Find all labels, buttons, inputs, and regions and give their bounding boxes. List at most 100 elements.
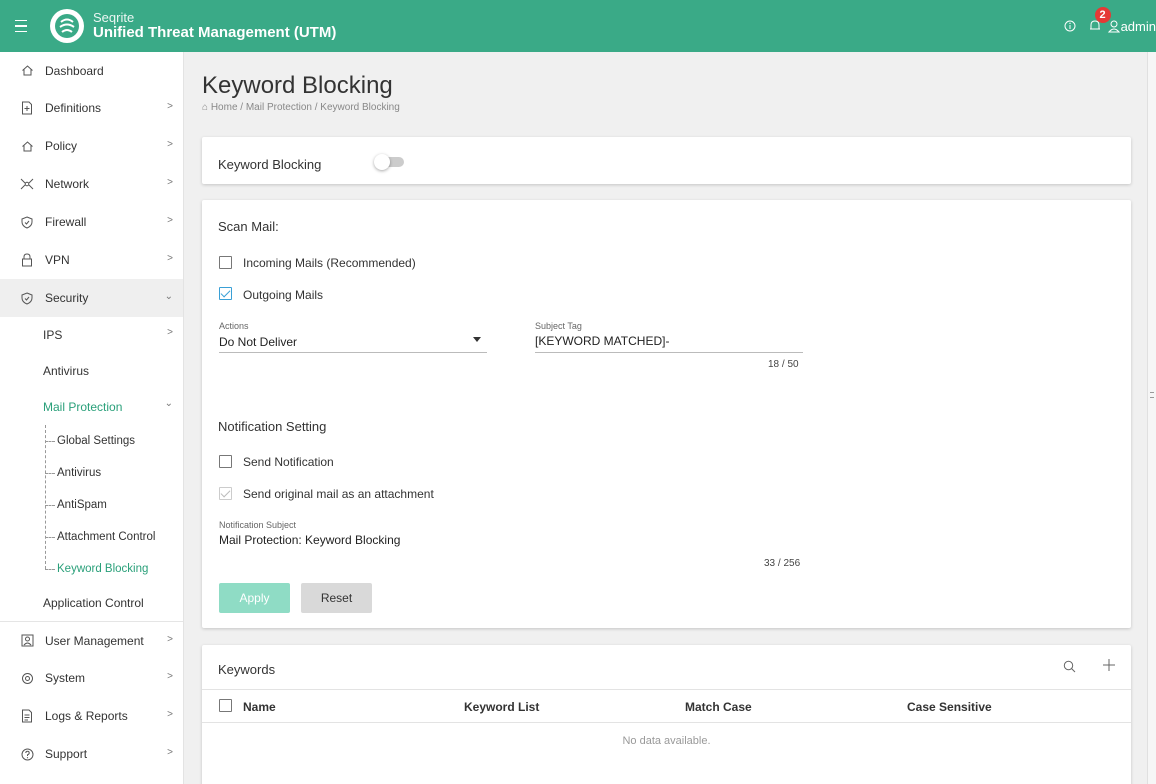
sidebar-item-label: Firewall bbox=[45, 215, 87, 229]
chevron-right-icon: > bbox=[167, 177, 173, 188]
shield-icon bbox=[19, 290, 35, 306]
subject-tag-label: Subject Tag bbox=[535, 321, 582, 331]
sidebar-item-mail-protection[interactable]: Mail Protection ⌄ bbox=[0, 389, 183, 425]
incoming-mails-checkbox[interactable] bbox=[219, 256, 232, 269]
sidebar-item-antispam[interactable]: AntiSpam bbox=[0, 489, 183, 521]
sidebar-item-security[interactable]: Security ⌄ bbox=[0, 279, 183, 317]
outgoing-mails-checkbox[interactable] bbox=[219, 287, 232, 300]
chevron-right-icon: > bbox=[167, 215, 173, 226]
sidebar-item-vpn[interactable]: VPN > bbox=[0, 241, 183, 279]
notification-subject-input[interactable]: Mail Protection: Keyword Blocking bbox=[219, 533, 803, 547]
subject-tag-counter: 18 / 50 bbox=[768, 359, 799, 370]
attach-original-label: Send original mail as an attachment bbox=[243, 487, 434, 501]
sidebar-item-label: Attachment Control bbox=[57, 531, 156, 543]
brand: Seqrite Unified Threat Management (UTM) bbox=[93, 9, 337, 42]
sidebar: Dashboard Definitions > Policy > Network… bbox=[0, 52, 184, 784]
chevron-right-icon: > bbox=[167, 139, 173, 150]
document-icon bbox=[19, 708, 35, 724]
keywords-title: Keywords bbox=[218, 662, 276, 677]
home-icon bbox=[19, 63, 35, 79]
reset-button[interactable]: Reset bbox=[301, 583, 372, 613]
sidebar-item-antivirus[interactable]: Antivirus bbox=[0, 353, 183, 389]
chevron-down-icon: ⌄ bbox=[164, 291, 173, 302]
scrollbar-grip-icon bbox=[1150, 392, 1154, 398]
actions-select[interactable]: Do Not Deliver bbox=[219, 334, 487, 352]
apply-button[interactable]: Apply bbox=[219, 583, 290, 613]
sidebar-item-label: Antivirus bbox=[43, 364, 90, 378]
sidebar-item-logs-reports[interactable]: Logs & Reports > bbox=[0, 697, 183, 735]
sidebar-item-ips[interactable]: IPS > bbox=[0, 317, 183, 353]
top-actions: 2 admin bbox=[1056, 0, 1156, 52]
divider bbox=[202, 689, 1131, 690]
sidebar-item-label: Logs & Reports bbox=[45, 709, 128, 723]
main-content: Keyword Blocking ⌂ Home / Mail Protectio… bbox=[184, 52, 1144, 784]
toggle-knob bbox=[374, 154, 390, 170]
column-header-name[interactable]: Name bbox=[243, 700, 276, 714]
menu-icon[interactable] bbox=[0, 0, 42, 52]
notification-setting-title: Notification Setting bbox=[218, 419, 327, 434]
notification-bell-icon[interactable]: 2 bbox=[1088, 7, 1111, 33]
sidebar-item-definitions[interactable]: Definitions > bbox=[0, 89, 183, 127]
search-icon[interactable] bbox=[1063, 660, 1076, 676]
user-name[interactable]: admin bbox=[1121, 19, 1156, 34]
column-header-keyword-list[interactable]: Keyword List bbox=[464, 700, 539, 714]
breadcrumb: ⌂ Home / Mail Protection / Keyword Block… bbox=[202, 102, 400, 113]
divider bbox=[202, 722, 1131, 723]
sidebar-item-global-settings[interactable]: Global Settings bbox=[0, 425, 183, 457]
info-icon[interactable] bbox=[1064, 20, 1076, 32]
chevron-right-icon: > bbox=[167, 634, 173, 645]
home-icon[interactable]: ⌂ bbox=[202, 102, 208, 113]
subject-tag-input[interactable]: [KEYWORD MATCHED]- bbox=[535, 334, 803, 348]
column-header-match-case[interactable]: Match Case bbox=[685, 700, 752, 714]
gear-icon bbox=[19, 670, 35, 686]
sidebar-item-label: System bbox=[45, 671, 86, 685]
sidebar-item-system[interactable]: System > bbox=[0, 659, 183, 697]
lock-icon bbox=[19, 252, 35, 268]
sidebar-item-label: Network bbox=[45, 177, 90, 191]
brand-name: Seqrite bbox=[93, 9, 135, 25]
sidebar-item-application-control[interactable]: Application Control bbox=[0, 585, 183, 621]
sidebar-item-label: Support bbox=[45, 747, 88, 761]
send-notification-label: Send Notification bbox=[243, 455, 334, 469]
mail-protection-tree: Global Settings Antivirus AntiSpam Attac… bbox=[0, 425, 183, 585]
keyword-blocking-toggle-card: Keyword Blocking bbox=[202, 137, 1131, 184]
sidebar-item-dashboard[interactable]: Dashboard bbox=[0, 52, 183, 89]
sidebar-item-label: Security bbox=[45, 291, 89, 305]
user-icon[interactable] bbox=[1107, 20, 1120, 33]
main-scrollbar[interactable] bbox=[1147, 52, 1156, 784]
user-box-icon bbox=[19, 633, 35, 649]
add-icon[interactable] bbox=[1102, 658, 1116, 675]
subject-tag-underline bbox=[535, 352, 803, 353]
sidebar-item-attachment-control[interactable]: Attachment Control bbox=[0, 521, 183, 553]
chevron-right-icon: > bbox=[167, 327, 173, 338]
network-icon bbox=[19, 176, 35, 192]
sidebar-item-label: IPS bbox=[43, 328, 63, 342]
sidebar-item-policy[interactable]: Policy > bbox=[0, 127, 183, 165]
settings-card: Scan Mail: Incoming Mails (Recommended) … bbox=[202, 200, 1131, 628]
breadcrumb-text[interactable]: Home / Mail Protection / Keyword Blockin… bbox=[211, 102, 400, 113]
sidebar-item-label: VPN bbox=[45, 253, 70, 267]
toggle-label: Keyword Blocking bbox=[218, 157, 322, 172]
sidebar-item-support[interactable]: Support > bbox=[0, 735, 183, 773]
page-title: Keyword Blocking bbox=[202, 72, 393, 99]
send-notification-checkbox[interactable] bbox=[219, 455, 232, 468]
sidebar-item-network[interactable]: Network > bbox=[0, 165, 183, 203]
select-all-checkbox[interactable] bbox=[219, 699, 232, 712]
notification-subject-label: Notification Subject bbox=[219, 520, 297, 530]
product-title: Unified Threat Management (UTM) bbox=[93, 23, 337, 41]
sidebar-item-firewall[interactable]: Firewall > bbox=[0, 203, 183, 241]
sidebar-item-label: Definitions bbox=[45, 101, 102, 115]
empty-table-message: No data available. bbox=[622, 735, 711, 747]
keyword-blocking-toggle[interactable] bbox=[374, 154, 404, 170]
file-plus-icon bbox=[19, 100, 35, 116]
attach-original-checkbox[interactable] bbox=[219, 487, 232, 500]
sidebar-item-label: Mail Protection bbox=[43, 400, 123, 414]
sidebar-item-keyword-blocking[interactable]: Keyword Blocking bbox=[0, 553, 183, 585]
help-icon bbox=[19, 746, 35, 762]
sidebar-item-mail-antivirus[interactable]: Antivirus bbox=[0, 457, 183, 489]
dropdown-arrow-icon bbox=[473, 337, 481, 342]
column-header-case-sensitive[interactable]: Case Sensitive bbox=[907, 700, 992, 714]
sidebar-item-user-management[interactable]: User Management > bbox=[0, 621, 183, 659]
sidebar-item-label: Application Control bbox=[43, 596, 144, 610]
outgoing-mails-label: Outgoing Mails bbox=[243, 288, 324, 302]
